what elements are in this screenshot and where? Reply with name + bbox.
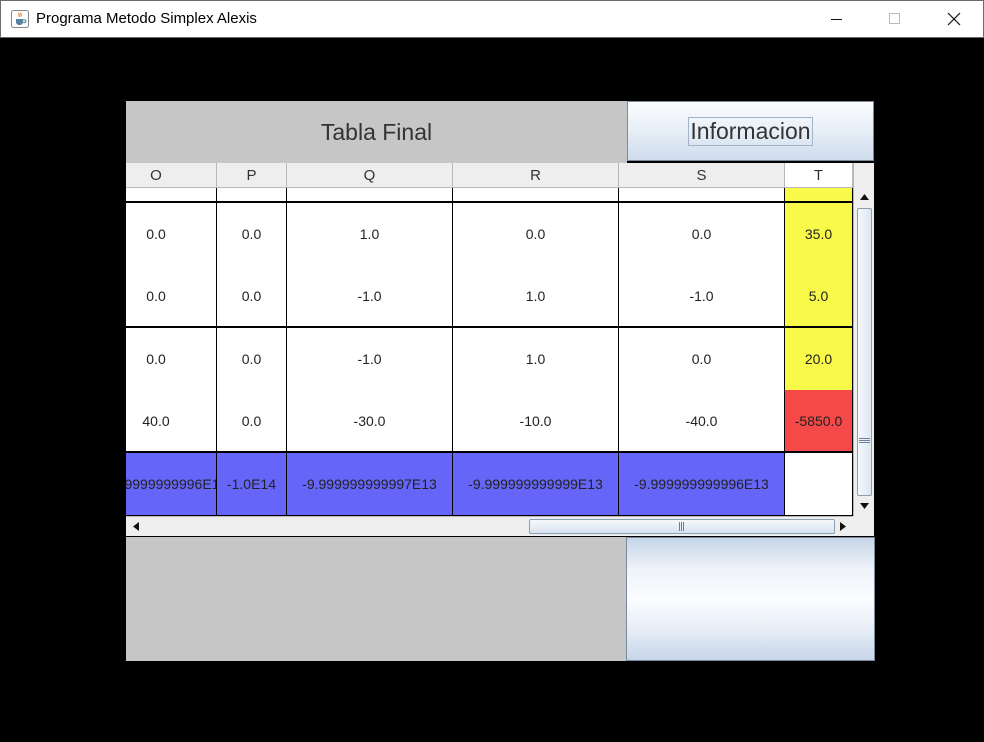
table-cell-r-1[interactable]: 0.0 — [453, 203, 619, 266]
table-cell-t-4[interactable]: -5850.0 — [785, 390, 853, 453]
table-cell-s-2[interactable]: -1.0 — [619, 265, 785, 328]
table-cell-q-3[interactable]: -1.0 — [287, 328, 453, 391]
table-cell-r-5[interactable]: -9.999999999999E13 — [453, 453, 619, 516]
minimize-icon — [831, 19, 842, 20]
window-title: Programa Metodo Simplex Alexis — [36, 10, 257, 27]
table-cell-o-3[interactable]: 0.0 — [126, 328, 217, 391]
grip-icon — [679, 522, 684, 531]
informacion-button-label: Informacion — [688, 116, 813, 146]
informacion-button[interactable]: Informacion — [627, 101, 874, 161]
table-cell-p-5[interactable]: -1.0E14 — [217, 453, 287, 516]
close-icon — [947, 12, 961, 26]
table-cell-r-2[interactable]: 1.0 — [453, 265, 619, 328]
table-cell-t-5[interactable] — [785, 453, 853, 516]
table-row-partial-cell[interactable] — [619, 188, 785, 203]
column-header-s[interactable]: S — [619, 163, 785, 188]
table-row-partial-cell[interactable] — [287, 188, 453, 203]
grip-icon — [859, 438, 870, 443]
scroll-down-button[interactable] — [856, 498, 873, 514]
horizontal-scroll-thumb[interactable] — [529, 519, 835, 534]
maximize-button[interactable] — [872, 1, 918, 37]
java-coffee-icon — [11, 10, 29, 28]
column-header-p[interactable]: P — [217, 163, 287, 188]
table-cell-s-4[interactable]: -40.0 — [619, 390, 785, 453]
table-row-partial-cell[interactable] — [785, 188, 853, 203]
table-cell-t-2[interactable]: 5.0 — [785, 265, 853, 328]
column-header-o[interactable]: O — [126, 163, 217, 188]
column-header-r[interactable]: R — [453, 163, 619, 188]
vertical-scroll-thumb[interactable] — [857, 208, 872, 496]
table-corner — [853, 163, 874, 188]
bottom-panel — [126, 537, 626, 661]
table-cell-t-3[interactable]: 20.0 — [785, 328, 853, 391]
column-header-t[interactable]: T — [785, 163, 853, 188]
scroll-up-button[interactable] — [856, 189, 873, 205]
table-title-label: Tabla Final — [126, 101, 627, 163]
table-cell-o-1[interactable]: 0.0 — [126, 203, 217, 266]
simplex-table: 0.0 0.0 1.0 0.0 0.0 35.0 0.0 0.0 -1.0 1.0 -1.0 5.0 0… — [126, 188, 853, 516]
table-cell-q-2[interactable]: -1.0 — [287, 265, 453, 328]
close-button[interactable] — [931, 1, 977, 37]
arrow-right-icon — [840, 522, 846, 531]
arrow-left-icon — [133, 522, 139, 531]
bottom-action-button[interactable] — [626, 537, 875, 661]
scroll-right-button[interactable] — [834, 519, 852, 534]
table-cell-p-4[interactable]: 0.0 — [217, 390, 287, 453]
table-cell-o-2[interactable]: 0.0 — [126, 265, 217, 328]
table-cell-q-1[interactable]: 1.0 — [287, 203, 453, 266]
column-header-q[interactable]: Q — [287, 163, 453, 188]
table-cell-r-4[interactable]: -10.0 — [453, 390, 619, 453]
table-cell-o-4[interactable]: 40.0 — [126, 390, 217, 453]
table-cell-t-1[interactable]: 35.0 — [785, 203, 853, 266]
table-row-partial-cell[interactable] — [126, 188, 217, 203]
arrow-up-icon — [860, 194, 869, 200]
table-cell-p-1[interactable]: 0.0 — [217, 203, 287, 266]
table-cell-p-3[interactable]: 0.0 — [217, 328, 287, 391]
scroll-left-button[interactable] — [127, 519, 145, 534]
table-cell-p-2[interactable]: 0.0 — [217, 265, 287, 328]
arrow-down-icon — [860, 503, 869, 509]
table-cell-s-1[interactable]: 0.0 — [619, 203, 785, 266]
table-cell-s-5[interactable]: -9.999999999996E13 — [619, 453, 785, 516]
scroll-corner — [853, 516, 874, 536]
table-cell-o-5[interactable]: -9.9999999999996E13 — [126, 453, 217, 516]
title-bar: Programa Metodo Simplex Alexis — [0, 0, 984, 38]
table-cell-r-3[interactable]: 1.0 — [453, 328, 619, 391]
table-header: O P Q R S T — [126, 163, 853, 188]
vertical-scrollbar[interactable] — [853, 188, 874, 516]
table-row-partial-cell[interactable] — [217, 188, 287, 203]
table-row-partial-cell[interactable] — [453, 188, 619, 203]
table-cell-s-3[interactable]: 0.0 — [619, 328, 785, 391]
table-cell-q-5[interactable]: -9.999999999997E13 — [287, 453, 453, 516]
maximize-icon — [889, 13, 900, 24]
table-cell-q-4[interactable]: -30.0 — [287, 390, 453, 453]
horizontal-scrollbar[interactable] — [126, 516, 853, 536]
minimize-button[interactable] — [814, 1, 860, 37]
